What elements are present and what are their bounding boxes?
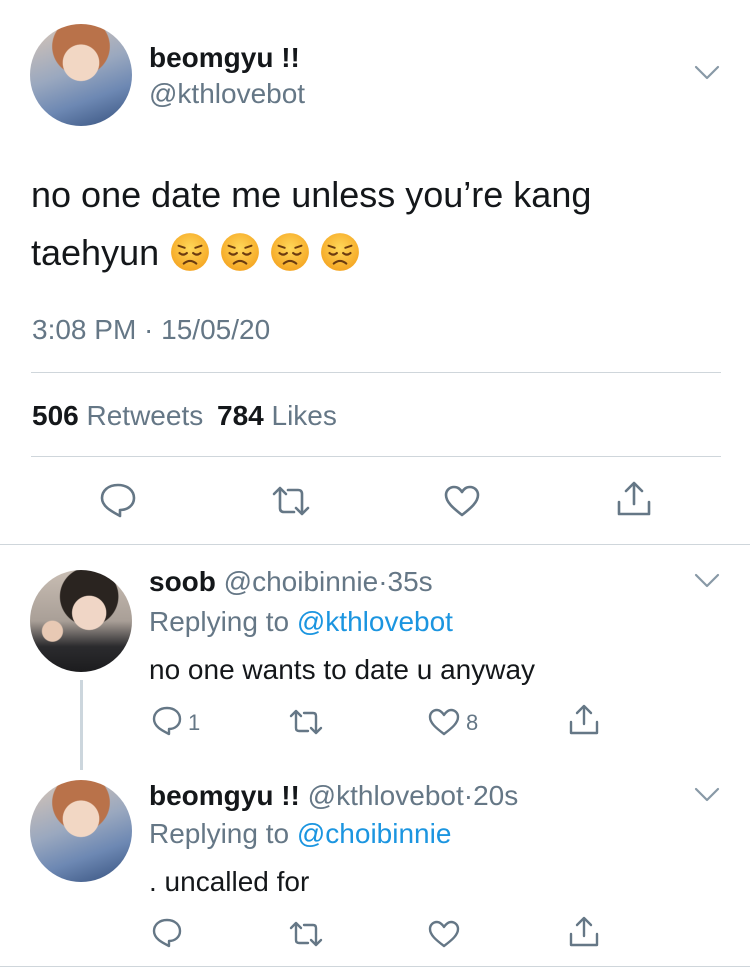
like-count: 8 xyxy=(466,710,479,735)
tweet-text-line-2: taehyun xyxy=(31,224,711,282)
divider xyxy=(0,544,750,545)
replying-prefix: Replying to xyxy=(149,606,290,637)
handle[interactable]: @choibinnie xyxy=(224,566,379,597)
tweet-text-word: taehyun xyxy=(31,232,160,273)
reply-header: beomgyu !! @kthlovebot·20s xyxy=(149,780,518,812)
chevron-down-icon[interactable] xyxy=(694,572,720,590)
replying-to-handle[interactable]: @kthlovebot xyxy=(297,606,453,637)
reply-icon[interactable] xyxy=(152,706,182,736)
replying-prefix: Replying to xyxy=(149,818,290,849)
display-name[interactable]: soob xyxy=(149,566,216,597)
handle[interactable]: @kthlovebot xyxy=(308,780,464,811)
disappointed-face-emoji xyxy=(171,233,210,271)
share-icon[interactable] xyxy=(615,480,653,518)
likes-label[interactable]: Likes xyxy=(272,400,337,431)
divider xyxy=(31,456,721,457)
tweet-text: no one date me unless you’re kang taehyu… xyxy=(31,166,711,282)
replying-to: Replying to @choibinnie xyxy=(149,818,451,850)
disappointed-face-emoji xyxy=(221,233,260,271)
separator: · xyxy=(463,780,474,811)
separator: · xyxy=(378,566,388,597)
replying-to-handle[interactable]: @choibinnie xyxy=(297,818,452,849)
chevron-down-icon[interactable] xyxy=(694,786,720,804)
like-icon[interactable] xyxy=(428,920,460,948)
replying-to: Replying to @kthlovebot xyxy=(149,606,453,638)
share-icon[interactable] xyxy=(568,916,600,948)
reply-text: . uncalled for xyxy=(149,866,310,897)
reply-time[interactable]: 20s xyxy=(473,780,518,811)
like-icon[interactable] xyxy=(428,708,460,736)
disappointed-face-emoji xyxy=(321,233,360,271)
avatar[interactable] xyxy=(30,24,132,126)
retweet-icon[interactable] xyxy=(270,484,312,518)
reply-time[interactable]: 35s xyxy=(388,566,433,597)
reply-text: no one wants to date u anyway xyxy=(149,654,536,685)
retweets-count[interactable]: 506 xyxy=(32,400,79,431)
divider xyxy=(31,372,721,373)
reply-icon[interactable] xyxy=(99,482,137,518)
share-icon[interactable] xyxy=(568,704,600,736)
disappointed-face-emoji xyxy=(271,233,310,271)
retweet-icon[interactable] xyxy=(288,920,324,948)
display-name[interactable]: beomgyu !! xyxy=(149,780,300,811)
emoji-row xyxy=(169,232,369,273)
tweet-text-line: no one date me unless you’re kang xyxy=(31,174,592,215)
display-name[interactable]: beomgyu !! xyxy=(149,42,300,74)
like-icon[interactable] xyxy=(443,484,481,518)
avatar[interactable] xyxy=(30,570,132,672)
reply-icon[interactable] xyxy=(152,918,182,948)
divider xyxy=(0,966,750,967)
retweet-icon[interactable] xyxy=(288,708,324,736)
reply-count: 1 xyxy=(188,710,201,735)
tweet-timestamp[interactable]: 3:08 PM · 15/05/20 xyxy=(32,314,270,346)
avatar[interactable] xyxy=(30,780,132,882)
reply-header: soob @choibinnie·35s xyxy=(149,566,433,598)
chevron-down-icon[interactable] xyxy=(694,64,720,82)
thread-line xyxy=(80,680,83,770)
likes-count[interactable]: 784 xyxy=(217,400,264,431)
retweets-label[interactable]: Retweets xyxy=(87,400,204,431)
handle[interactable]: @kthlovebot xyxy=(149,78,305,110)
tweet-stats: 506 Retweets 784 Likes xyxy=(32,400,337,432)
